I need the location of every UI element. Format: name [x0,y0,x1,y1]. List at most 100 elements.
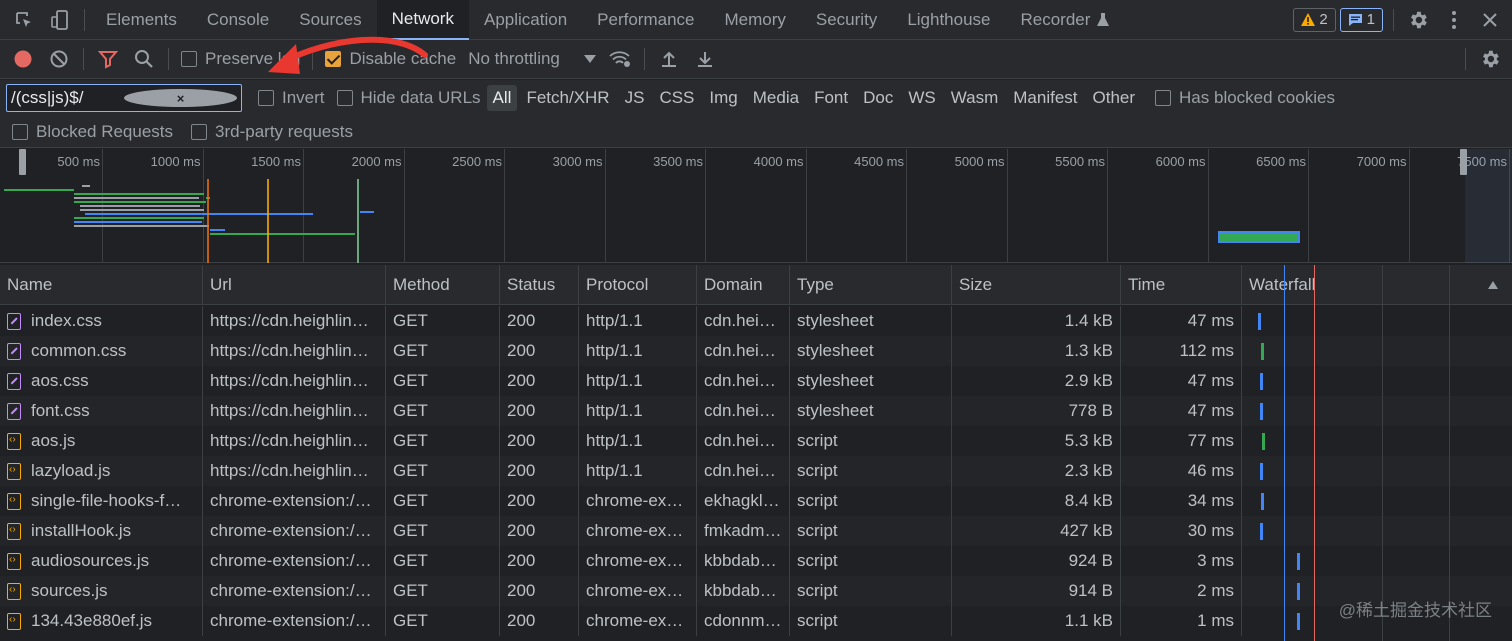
header-waterfall[interactable]: Waterfall [1242,265,1512,305]
cell-method-text: GET [393,341,428,360]
third-party-requests-box[interactable] [191,123,208,140]
export-har-icon[interactable] [687,39,723,79]
cell-url: chrome-extension:/… [203,606,386,636]
table-row[interactable]: audiosources.js chrome-extension:/… GET 200… [0,546,1512,576]
table-row[interactable]: common.css https://cdn.heighlin… GET 200 htt… [0,336,1512,366]
filter-icon[interactable] [90,39,126,79]
blocked-requests-checkbox[interactable]: Blocked Requests [0,112,179,151]
cell-method-text: GET [393,551,428,570]
disable-cache-box[interactable] [325,51,342,67]
header-type[interactable]: Type [790,265,952,305]
table-row[interactable]: aos.css https://cdn.heighlin… GET 200 http/1… [0,366,1512,396]
has-blocked-cookies-checkbox[interactable]: Has blocked cookies [1149,79,1341,118]
cell-method: GET [386,426,500,456]
network-settings-gear-icon[interactable] [1472,39,1508,79]
table-row[interactable]: font.css https://cdn.heighlin… GET 200 http/… [0,396,1512,426]
tab-elements[interactable]: Elements [91,0,192,40]
type-filter-css[interactable]: CSS [653,85,700,111]
import-har-icon[interactable] [651,39,687,79]
table-row[interactable]: sources.js chrome-extension:/… GET 200 chrom… [0,576,1512,606]
inspect-element-icon[interactable] [6,0,42,40]
table-row[interactable]: installHook.js chrome-extension:/… GET 200 c… [0,516,1512,546]
network-conditions-icon[interactable] [602,39,638,79]
cell-type-text: stylesheet [797,401,874,420]
settings-gear-icon[interactable] [1400,0,1436,40]
messages-badge[interactable]: 1 [1339,7,1383,32]
cell-name-text: single-file-hooks-f… [31,491,182,510]
filter-input[interactable]: /(css|js)$/ × [6,84,242,112]
type-filter-img[interactable]: Img [703,85,743,111]
header-status[interactable]: Status [500,265,579,305]
cell-name: installHook.js [0,516,203,546]
cell-domain-text: kbbdab… [704,551,777,570]
cell-domain: kbbdab… [697,546,790,576]
tab-performance[interactable]: Performance [582,0,709,40]
header-name[interactable]: Name [0,265,203,305]
preserve-log-checkbox[interactable]: Preserve log [175,40,306,79]
table-row[interactable]: aos.js https://cdn.heighlin… GET 200 http/1.… [0,426,1512,456]
waterfall-grid-line [1382,265,1383,641]
table-row[interactable]: index.css https://cdn.heighlin… GET 200 http… [0,306,1512,336]
type-filter-font[interactable]: Font [808,85,854,111]
type-filter-js[interactable]: JS [619,85,651,111]
invert-box[interactable] [258,90,274,106]
waterfall-load-line [1314,265,1315,641]
header-size[interactable]: Size [952,265,1121,305]
network-overview-timeline[interactable]: 500 ms 1000 ms 1500 ms 2000 ms 2500 ms 3000 m… [0,149,1512,263]
tab-label: Security [815,9,878,29]
cell-status-text: 200 [507,581,536,600]
cell-protocol-text: http/1.1 [586,311,643,330]
cell-method-text: GET [393,401,428,420]
type-filter-all[interactable]: All [486,85,518,111]
tab-sources[interactable]: Sources [284,0,376,40]
overview-handle-left[interactable] [19,149,26,175]
has-blocked-cookies-box[interactable] [1155,90,1172,106]
cell-protocol: http/1.1 [579,426,697,456]
type-filter-doc[interactable]: Doc [857,85,899,111]
cell-size-text: 1.4 kB [1064,311,1113,330]
more-options-icon[interactable] [1436,0,1472,40]
type-filter-wasm[interactable]: Wasm [945,85,1005,111]
warnings-badge[interactable]: 2 [1293,7,1336,32]
header-method[interactable]: Method [386,265,500,305]
blocked-requests-box[interactable] [12,123,28,140]
tab-network[interactable]: Network [376,0,469,40]
tab-lighthouse[interactable]: Lighthouse [892,0,1005,40]
device-toolbar-icon[interactable] [42,0,78,40]
tab-application[interactable]: Application [469,0,582,40]
preserve-log-box[interactable] [181,51,197,67]
header-domain[interactable]: Domain [697,265,790,305]
type-filter-ws[interactable]: WS [902,85,941,111]
tab-memory[interactable]: Memory [709,0,800,40]
waterfall-bar [1297,583,1300,600]
tab-label: Console [206,9,270,29]
table-row[interactable]: lazyload.js https://cdn.heighlin… GET 200 ht… [0,456,1512,486]
cell-name-text: sources.js [31,581,108,600]
header-time[interactable]: Time [1121,265,1242,305]
table-row[interactable]: single-file-hooks-f… chrome-extension:/… G… [0,486,1512,516]
cell-status: 200 [500,396,579,426]
cell-url-text: chrome-extension:/… [210,521,372,540]
record-icon[interactable] [5,39,41,79]
tab-console[interactable]: Console [192,0,284,40]
close-devtools-icon[interactable] [1472,0,1508,40]
tab-security[interactable]: Security [801,0,892,40]
third-party-requests-checkbox[interactable]: 3rd-party requests [185,112,359,151]
header-waterfall-label: Waterfall [1249,275,1316,294]
hide-data-urls-box[interactable] [336,90,353,106]
search-icon[interactable] [126,39,162,79]
throttling-select[interactable]: No throttling [462,40,602,79]
type-filter-manifest[interactable]: Manifest [1007,85,1083,111]
type-filter-fetchxhr[interactable]: Fetch/XHR [520,85,615,111]
clear-filter-icon[interactable]: × [124,89,237,107]
header-url[interactable]: Url [203,265,386,305]
clear-icon[interactable] [41,39,77,79]
type-filter-other[interactable]: Other [1087,85,1142,111]
tab-recorder[interactable]: Recorder [1006,0,1126,40]
disable-cache-checkbox[interactable]: Disable cache [319,40,462,79]
table-row[interactable]: 134.43e880ef.js chrome-extension:/… GET 200… [0,606,1512,636]
header-protocol[interactable]: Protocol [579,265,697,305]
cell-domain: cdn.hei… [697,396,790,426]
type-filter-media[interactable]: Media [747,85,805,111]
cell-method-text: GET [393,371,428,390]
